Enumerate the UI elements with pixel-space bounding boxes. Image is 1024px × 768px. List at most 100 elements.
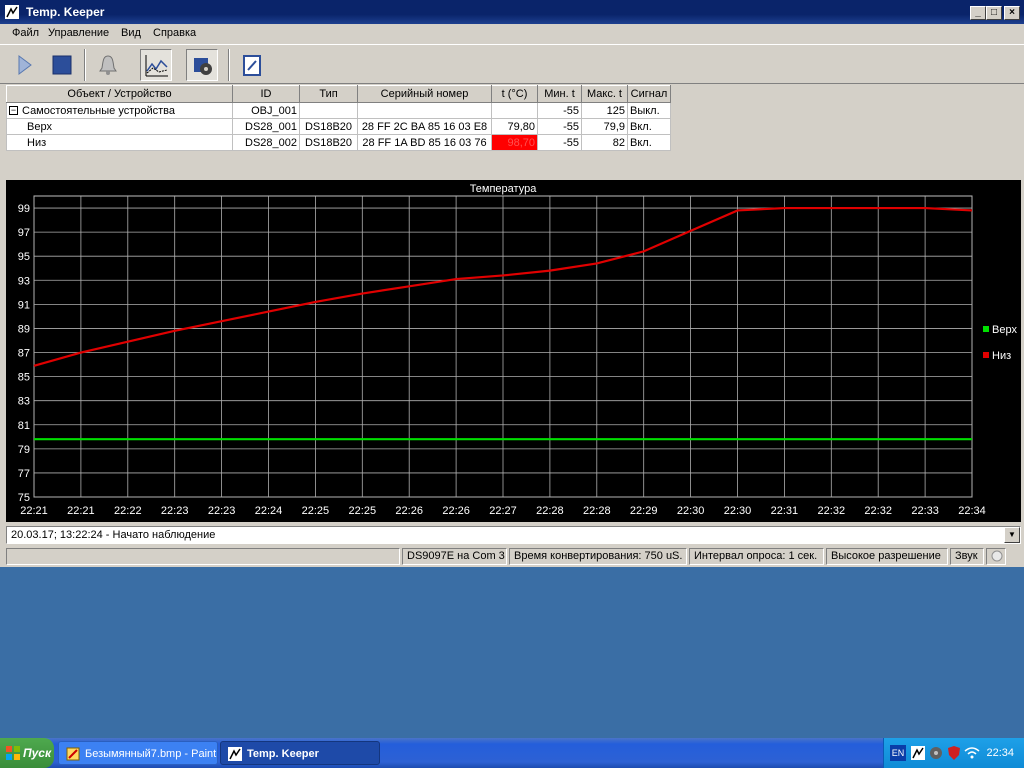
status-interval: Интервал опроса: 1 сек. [689, 548, 824, 565]
shield-icon[interactable] [946, 745, 962, 761]
col-temp[interactable]: t (°C) [491, 85, 538, 103]
menu-control[interactable]: Управление [48, 27, 109, 39]
y-tick-label: 83 [18, 396, 30, 408]
status-port: DS9097E на Com 3 [402, 548, 507, 565]
device-table: Объект / Устройство ID Тип Серийный номе… [6, 85, 671, 151]
task-tempkeeper[interactable]: Temp. Keeper [220, 741, 380, 765]
device-max: 82 [581, 134, 628, 151]
col-max[interactable]: Макс. t [581, 85, 628, 103]
dropdown-arrow-icon[interactable]: ▼ [1004, 527, 1020, 543]
status-empty [6, 548, 400, 565]
x-tick-label: 22:21 [67, 505, 95, 517]
y-tick-label: 79 [18, 444, 30, 456]
group-name: Самостоятельные устройства [22, 104, 175, 117]
device-type: DS18B20 [299, 118, 358, 135]
devices-button[interactable] [186, 49, 218, 81]
y-tick-label: 95 [18, 251, 30, 263]
start-label: Пуск [23, 746, 52, 760]
group-id: OBJ_001 [232, 102, 300, 119]
x-tick-label: 22:23 [208, 505, 236, 517]
table-header: Объект / Устройство ID Тип Серийный номе… [6, 85, 671, 103]
x-tick-label: 22:26 [395, 505, 423, 517]
menu-help[interactable]: Справка [153, 27, 196, 39]
y-tick-label: 81 [18, 420, 30, 432]
toolbar-separator [228, 49, 230, 81]
device-serial: 28 FF 2C BA 85 16 03 E8 [357, 118, 492, 135]
col-min[interactable]: Мин. t [537, 85, 582, 103]
device-max: 79,9 [581, 118, 628, 135]
status-indicator [986, 548, 1006, 565]
stop-button[interactable] [46, 49, 78, 81]
toolbar-separator [84, 49, 86, 81]
device-temp-alarm: 98,70 [491, 134, 538, 151]
table-row[interactable]: Низ DS28_002 DS18B20 28 FF 1A BD 85 16 0… [6, 134, 671, 151]
x-tick-label: 22:30 [677, 505, 705, 517]
x-tick-label: 22:28 [583, 505, 611, 517]
edit-button[interactable] [236, 49, 268, 81]
device-serial: 28 FF 1A BD 85 16 03 76 [357, 134, 492, 151]
app-icon [228, 747, 242, 761]
table-row[interactable]: Верх DS28_001 DS18B20 28 FF 2C BA 85 16 … [6, 118, 671, 135]
maximize-button[interactable]: □ [986, 6, 1002, 20]
x-tick-label: 22:28 [536, 505, 564, 517]
start-button[interactable] [8, 49, 40, 81]
windows-flag-icon [6, 746, 20, 760]
wifi-icon[interactable] [964, 745, 980, 761]
device-min: -55 [537, 118, 582, 135]
minimize-button[interactable]: _ [970, 6, 986, 20]
x-tick-label: 22:21 [20, 505, 48, 517]
x-tick-label: 22:22 [114, 505, 142, 517]
chart-button[interactable] [140, 49, 172, 81]
device-grid: Объект / Устройство ID Тип Серийный номе… [6, 85, 1021, 177]
close-button[interactable]: × [1004, 6, 1020, 20]
paint-icon [66, 747, 80, 761]
stop-icon [52, 55, 72, 75]
group-serial [357, 102, 492, 119]
x-tick-label: 22:25 [349, 505, 377, 517]
col-object[interactable]: Объект / Устройство [6, 85, 233, 103]
group-row[interactable]: − Самостоятельные устройства OBJ_001 -55 … [6, 102, 671, 119]
col-serial[interactable]: Серийный номер [357, 85, 492, 103]
y-tick-label: 75 [18, 492, 30, 504]
col-type[interactable]: Тип [299, 85, 358, 103]
device-name: Верх [6, 118, 233, 135]
clock: 22:34 [986, 747, 1014, 759]
legend-label: Верх [992, 324, 1017, 336]
status-sound: Звук [950, 548, 984, 565]
device-min: -55 [537, 134, 582, 151]
col-id[interactable]: ID [232, 85, 300, 103]
y-tick-label: 87 [18, 348, 30, 360]
group-type [299, 102, 358, 119]
device-type: DS18B20 [299, 134, 358, 151]
start-button-xp[interactable]: Пуск [0, 738, 54, 768]
task-label: Temp. Keeper [247, 748, 319, 760]
group-signal: Выкл. [627, 102, 671, 119]
device-signal: Вкл. [627, 134, 671, 151]
group-min: -55 [537, 102, 582, 119]
menu-file[interactable]: Файл [12, 27, 39, 39]
title-bar[interactable]: Temp. Keeper _ □ × [0, 0, 1024, 24]
app-icon [5, 5, 19, 19]
legend-marker [983, 326, 989, 332]
status-resolution: Высокое разрешение [826, 548, 948, 565]
gear-icon[interactable] [928, 745, 944, 761]
device-id: DS28_002 [232, 134, 300, 151]
task-paint[interactable]: Безымянный7.bmp - Paint [58, 741, 218, 765]
x-tick-label: 22:23 [161, 505, 189, 517]
tray-app-icon[interactable] [910, 745, 926, 761]
y-tick-label: 99 [18, 203, 30, 215]
x-tick-label: 22:34 [958, 505, 986, 517]
x-tick-label: 22:30 [724, 505, 752, 517]
y-tick-label: 91 [18, 299, 30, 311]
col-signal[interactable]: Сигнал [627, 85, 671, 103]
alarm-button[interactable] [92, 49, 124, 81]
menu-view[interactable]: Вид [121, 27, 141, 39]
language-indicator[interactable]: EN [890, 745, 906, 761]
legend-marker [983, 352, 989, 358]
x-tick-label: 22:26 [442, 505, 470, 517]
play-icon [18, 55, 32, 75]
collapse-icon[interactable]: − [9, 106, 18, 116]
x-tick-label: 22:25 [302, 505, 330, 517]
devices-icon [194, 58, 212, 75]
log-combobox[interactable]: 20.03.17; 13:22:24 - Начато наблюдение ▼ [6, 526, 1021, 544]
